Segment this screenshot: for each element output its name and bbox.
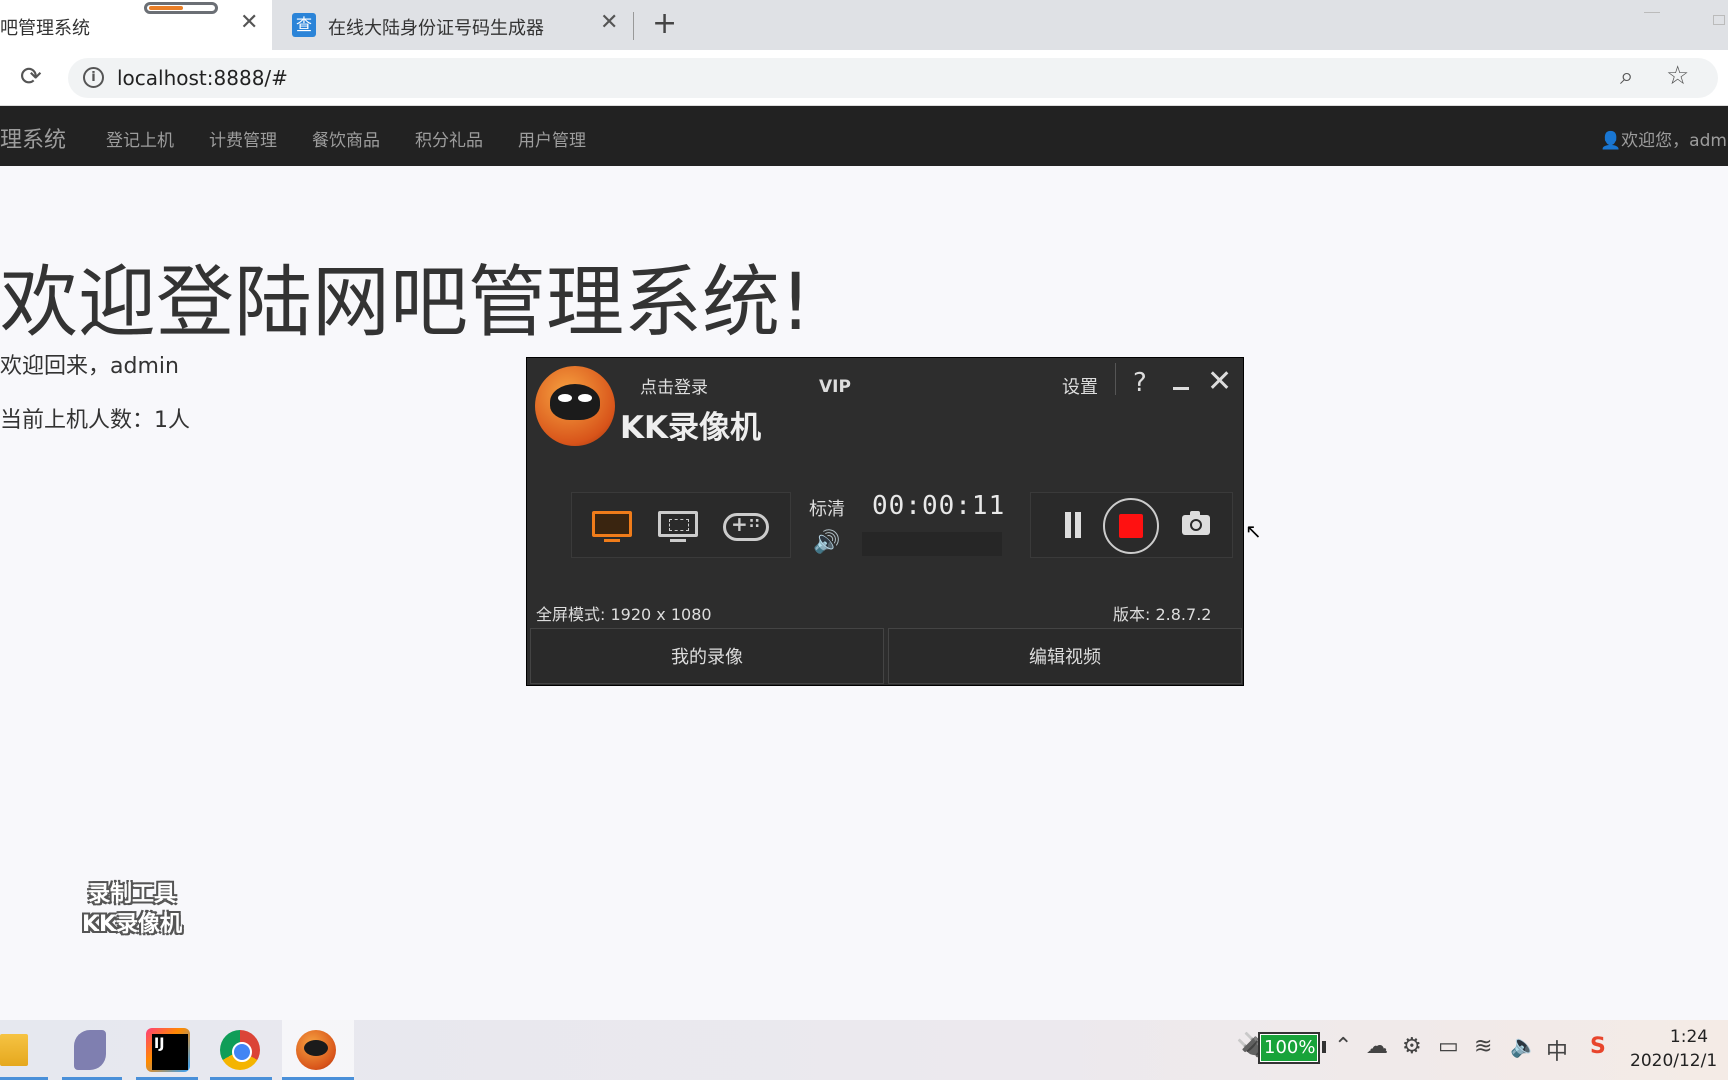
onedrive-cloud-icon[interactable]: ☁ [1366, 1034, 1388, 1059]
nav-item-food[interactable]: 餐饮商品 [312, 126, 380, 151]
nav-item-points[interactable]: 积分礼品 [415, 126, 483, 151]
user-icon: 👤 [1600, 131, 1622, 151]
show-hidden-icons-chevron-icon[interactable]: ⌃ [1334, 1034, 1352, 1059]
kk-raccoon-logo-icon [535, 366, 615, 446]
bookmark-star-icon[interactable]: ☆ [1666, 61, 1689, 91]
battery-tray-icon[interactable]: ▭ [1438, 1034, 1459, 1059]
kk-quality-selector[interactable]: 标清 [809, 495, 845, 521]
tab-separator [633, 12, 634, 40]
new-tab-icon[interactable]: + [652, 6, 677, 41]
nav-user-menu[interactable]: 👤欢迎您，admi [1600, 126, 1728, 151]
my-videos-button[interactable]: 我的录像 [530, 628, 884, 684]
online-count-text: 当前上机人数：1人 [0, 408, 190, 433]
kk-help-icon[interactable]: ? [1133, 368, 1147, 398]
kk-volume-icon[interactable]: 🔊 [813, 530, 840, 555]
tab-title: 在线大陆身份证号码生成器 [328, 18, 544, 39]
tab-id-generator[interactable]: 查 在线大陆身份证号码生成器 ✕ [278, 0, 634, 50]
watermark-line: KK录像机 [81, 912, 183, 937]
kk-recording-timer: 00:00:11 [872, 491, 1006, 521]
loading-indicator [144, 2, 218, 14]
pause-icon[interactable] [1063, 512, 1083, 538]
kk-login-link[interactable]: 点击登录 [640, 373, 708, 398]
nav-item-checkin[interactable]: 登记上机 [106, 126, 174, 151]
mouse-cursor-icon: ↖ [1245, 519, 1262, 543]
reload-icon[interactable]: ⟳ [20, 62, 42, 92]
gear-tray-icon[interactable]: ⚙ [1402, 1034, 1422, 1059]
recorder-watermark: 录制工具 KK录像机 [62, 880, 202, 940]
clock-date: 2020/12/1 [1630, 1051, 1718, 1071]
kk-recorder-taskbar-icon[interactable] [296, 1030, 336, 1070]
kk-record-controls [1030, 492, 1233, 558]
window-minimize-icon[interactable] [1644, 12, 1660, 13]
wifi-icon[interactable]: ≋ [1474, 1034, 1492, 1059]
kk-recorder-window: 点击登录 VIP KK录像机 设置 ? ✕ 标清 00:00:11 🔊 全屏模式… [526, 357, 1244, 686]
chrome-icon[interactable] [220, 1030, 260, 1070]
zoom-icon[interactable]: ⌕ [1620, 62, 1633, 90]
battery-nub [1322, 1041, 1326, 1053]
system-clock[interactable]: 1:24 2020/12/1 [1630, 1026, 1728, 1074]
battery-percent: 100% [1264, 1037, 1316, 1058]
ime-indicator[interactable]: 中 [1546, 1034, 1568, 1066]
region-mode-icon[interactable] [658, 511, 698, 543]
mysql-dolphin-icon[interactable] [74, 1030, 106, 1070]
edit-video-button[interactable]: 编辑视频 [888, 628, 1242, 684]
kk-version: 版本: 2.8.7.2 [1113, 605, 1212, 624]
kk-divider [1115, 363, 1116, 395]
stop-record-button[interactable] [1103, 498, 1159, 554]
user-greeting: 欢迎您，admi [1621, 131, 1728, 151]
omnibox[interactable]: i localhost:8888/# ⌕ ☆ [68, 58, 1718, 98]
tab-active[interactable]: 吧管理系统 ✕ [0, 0, 272, 50]
tab-title: 吧管理系统 [0, 18, 90, 39]
kk-app-title: KK录像机 [620, 410, 762, 446]
screenshot-camera-icon[interactable] [1182, 511, 1210, 535]
kk-volume-meter [862, 532, 1002, 556]
window-maximize-icon[interactable] [1713, 15, 1725, 25]
taskbar: 🔌 100% ⌃ ☁ ⚙ ▭ ≋ 🔈 中 S 1:24 2020/12/1 [0, 1020, 1728, 1080]
watermark-line: 录制工具 [87, 882, 176, 907]
kk-settings-button[interactable]: 设置 [1062, 373, 1098, 399]
url-text[interactable]: localhost:8888/# [117, 66, 288, 90]
intellij-idea-icon[interactable] [146, 1028, 190, 1072]
game-mode-icon[interactable] [723, 511, 769, 543]
kk-minimize-icon[interactable] [1173, 387, 1189, 390]
site-info-icon[interactable]: i [83, 67, 104, 88]
address-bar: ⟳ i localhost:8888/# ⌕ ☆ [0, 50, 1728, 106]
tab-favicon-icon: 查 [292, 13, 316, 37]
sogou-input-icon[interactable]: S [1590, 1034, 1606, 1059]
speaker-icon[interactable]: 🔈 [1510, 1034, 1537, 1059]
fullscreen-mode-icon[interactable] [592, 511, 632, 543]
navbar-brand[interactable]: 理系统 [0, 122, 66, 154]
tab-close-icon[interactable]: ✕ [600, 10, 618, 35]
nav-item-users[interactable]: 用户管理 [518, 126, 586, 151]
file-explorer-icon[interactable] [0, 1034, 28, 1066]
battery-indicator[interactable]: 100% [1258, 1032, 1320, 1064]
kk-vip-link[interactable]: VIP [819, 377, 851, 397]
welcome-text: 欢迎回来，admin [0, 354, 179, 379]
tab-close-icon[interactable]: ✕ [240, 10, 258, 35]
clock-time: 1:24 [1669, 1027, 1709, 1047]
page-headline: 欢迎登陆网吧管理系统! [0, 258, 812, 348]
kk-close-icon[interactable]: ✕ [1207, 364, 1232, 399]
site-navbar: 理系统 登记上机 计费管理 餐饮商品 积分礼品 用户管理 👤欢迎您，admi [0, 106, 1728, 166]
browser-tab-bar: 吧管理系统 ✕ 查 在线大陆身份证号码生成器 ✕ + [0, 0, 1728, 50]
kk-mode-selector [571, 492, 791, 558]
kk-mode-info: 全屏模式: 1920 x 1080 [536, 605, 712, 624]
nav-item-billing[interactable]: 计费管理 [209, 126, 277, 151]
